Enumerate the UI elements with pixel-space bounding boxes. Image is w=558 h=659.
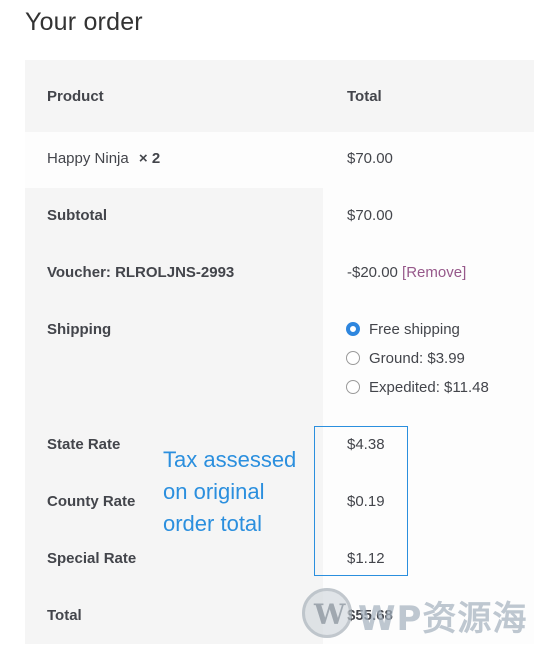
shipping-option-label: Expedited: $11.48 — [369, 379, 489, 396]
watermark: W WP资源海 — [302, 585, 542, 643]
product-name: Happy Ninja × 2 — [47, 150, 160, 167]
product-total: $70.00 — [347, 150, 393, 167]
subtotal-label: Subtotal — [47, 207, 107, 224]
voucher-value: -$20.00 [Remove] — [347, 264, 466, 281]
column-header-product: Product — [47, 88, 104, 105]
shipping-option-ground[interactable]: Ground: $3.99 — [346, 350, 465, 367]
order-total-label: Total — [47, 607, 82, 624]
shipping-label: Shipping — [47, 321, 112, 338]
voucher-label: Voucher: RLROLJNS-2993 — [47, 264, 235, 281]
tax-highlight-box — [314, 426, 408, 576]
annotation-line: on original — [163, 479, 265, 504]
annotation-line: order total — [163, 511, 263, 536]
watermark-logo-letter: W — [314, 598, 346, 631]
tax-annotation-note: Tax assessed on original order total — [163, 444, 323, 540]
shipping-option-label: Free shipping — [369, 321, 460, 338]
product-quantity: × 2 — [138, 150, 161, 167]
shipping-option-expedited[interactable]: Expedited: $11.48 — [346, 379, 489, 396]
voucher-discount: -$20.00 — [347, 264, 398, 281]
radio-unselected-icon[interactable] — [346, 351, 360, 365]
product-name-text: Happy Ninja — [47, 150, 129, 167]
radio-selected-icon[interactable] — [346, 322, 360, 336]
remove-voucher-link[interactable]: [Remove] — [402, 264, 466, 281]
order-review: Your order Product Total Happy Ninja × 2… — [0, 0, 558, 659]
subtotal-value: $70.00 — [347, 207, 393, 224]
shipping-option-free[interactable]: Free shipping — [346, 321, 460, 338]
county-rate-label: County Rate — [47, 493, 136, 510]
order-heading: Your order — [25, 8, 143, 36]
special-rate-label: Special Rate — [47, 550, 137, 567]
totals-label-column — [25, 188, 323, 644]
wordpress-logo-icon: W — [302, 588, 352, 638]
state-rate-label: State Rate — [47, 436, 121, 453]
radio-unselected-icon[interactable] — [346, 380, 360, 394]
column-header-total: Total — [347, 88, 382, 105]
annotation-line: Tax assessed — [163, 447, 297, 472]
watermark-text: WP资源海 — [358, 599, 528, 639]
shipping-option-label: Ground: $3.99 — [369, 350, 465, 367]
